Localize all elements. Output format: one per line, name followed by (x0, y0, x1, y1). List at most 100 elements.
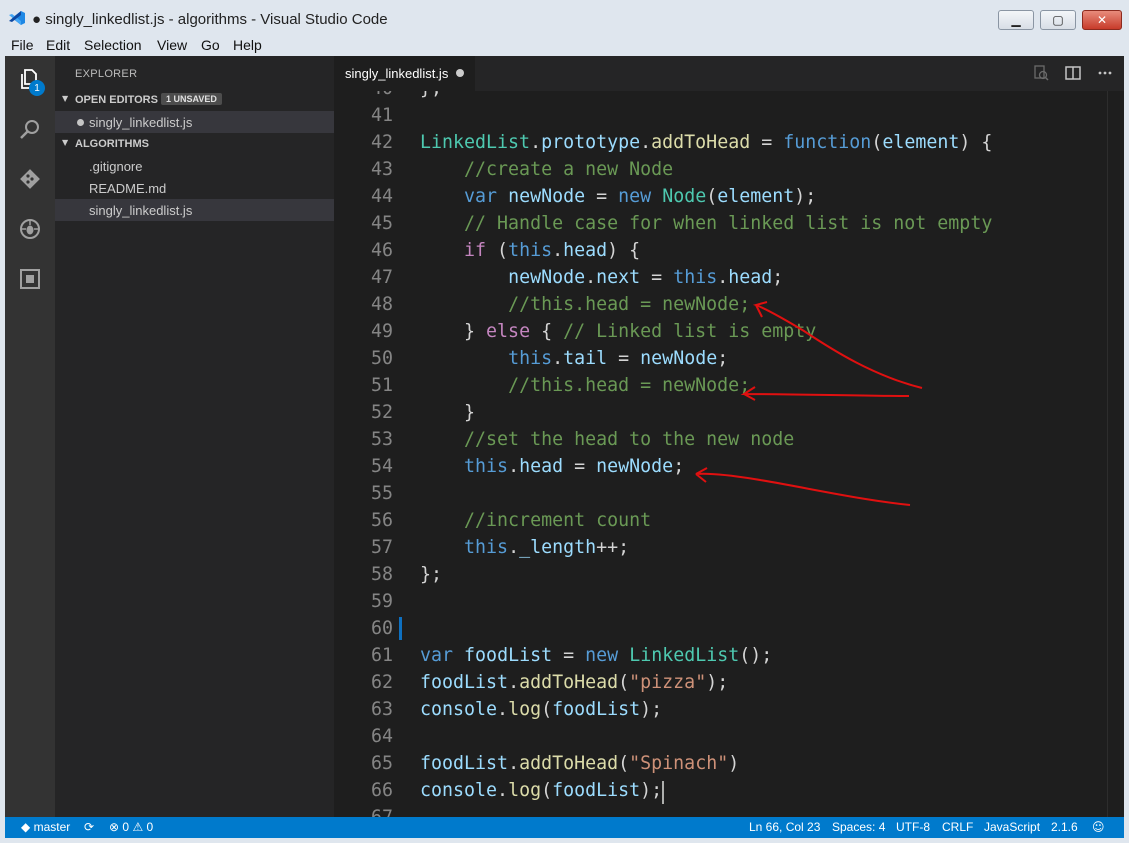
code-line[interactable]: 57 this._length++; (334, 534, 1124, 561)
line-number: 42 (370, 132, 393, 153)
git-icon[interactable] (18, 167, 42, 191)
line-number: 63 (370, 699, 393, 720)
code-line[interactable]: 59 (334, 588, 1124, 615)
search-icon[interactable] (18, 117, 42, 141)
code-text: }; (420, 91, 442, 102)
explorer-sidebar: EXPLORER ▼ OPEN EDITORS 1 UNSAVED singly… (55, 56, 334, 817)
activity-bar: 1 (5, 56, 55, 817)
debug-icon[interactable] (18, 217, 42, 241)
file-item-readme[interactable]: README.md (55, 177, 334, 199)
line-number: 46 (370, 240, 393, 261)
code-line[interactable]: 58}; (334, 561, 1124, 588)
line-number: 60 (370, 618, 393, 639)
menu-go[interactable]: Go (201, 37, 220, 53)
open-changes-icon[interactable] (1032, 64, 1050, 82)
menu-view[interactable]: View (157, 37, 187, 53)
code-line[interactable]: 66 console.log(foodList); (334, 777, 1124, 804)
code-line[interactable]: 50 this.tail = newNode; (334, 345, 1124, 372)
warning-icon: ⚠ (132, 820, 144, 834)
line-number: 52 (370, 402, 393, 423)
code-line[interactable]: 41 (334, 102, 1124, 129)
open-editor-item[interactable]: singly_linkedlist.js (55, 111, 334, 133)
unsaved-badge: 1 UNSAVED (161, 93, 222, 105)
line-number: 43 (370, 159, 393, 180)
code-line[interactable]: 43 //create a new Node (334, 156, 1124, 183)
open-editors-header[interactable]: ▼ OPEN EDITORS 1 UNSAVED (55, 89, 334, 111)
problems-item[interactable]: ⊗ 0 ⚠ 0 (109, 820, 153, 834)
chevron-down-icon: ▼ (62, 94, 69, 103)
line-number: 61 (370, 645, 393, 666)
git-branch-item[interactable]: ◆ master (21, 820, 70, 834)
menu-selection[interactable]: Selection (84, 37, 142, 53)
code-text: console.log(foodList); (420, 780, 663, 801)
code-text: if (this.head) { (464, 240, 641, 261)
line-number: 54 (370, 456, 393, 477)
open-editor-filename: singly_linkedlist.js (89, 115, 193, 130)
code-line[interactable]: 47 newNode.next = this.head; (334, 264, 1124, 291)
cursor-position[interactable]: Ln 66, Col 23 (749, 820, 820, 834)
code-text: //increment count (464, 510, 652, 531)
code-text: var foodList = new LinkedList(); (420, 645, 773, 666)
menu-edit[interactable]: Edit (46, 37, 70, 53)
window-frame-bottom (0, 838, 1129, 843)
minimize-button[interactable]: ▁ (998, 10, 1034, 30)
maximize-button[interactable]: ▢ (1040, 10, 1076, 30)
warning-count: 0 (146, 820, 154, 834)
code-text: //create a new Node (464, 159, 674, 180)
line-number: 41 (370, 105, 393, 126)
code-line[interactable]: 45 // Handle case for when linked list i… (334, 210, 1124, 237)
code-line[interactable]: 56 //increment count (334, 507, 1124, 534)
file-item-gitignore[interactable]: .gitignore (55, 155, 334, 177)
file-item-singly-linkedlist[interactable]: singly_linkedlist.js (55, 199, 334, 221)
indentation[interactable]: Spaces: 4 (832, 820, 885, 834)
line-number: 66 (370, 780, 393, 801)
code-line[interactable]: 61 var foodList = new LinkedList(); (334, 642, 1124, 669)
close-button[interactable]: ✕ (1082, 10, 1122, 30)
chevron-down-icon: ▼ (62, 138, 69, 147)
extensions-icon[interactable] (18, 267, 42, 291)
tab-label: singly_linkedlist.js (345, 66, 449, 81)
line-ending[interactable]: CRLF (942, 820, 973, 834)
file-name: README.md (89, 181, 167, 196)
folder-header[interactable]: ▼ ALGORITHMS (55, 133, 334, 155)
code-line[interactable]: 51 //this.head = newNode; (334, 372, 1124, 399)
code-line[interactable]: 63 console.log(foodList); (334, 696, 1124, 723)
menu-help[interactable]: Help (233, 37, 262, 53)
version[interactable]: 2.1.6 (1051, 820, 1078, 834)
code-line[interactable]: 64 (334, 723, 1124, 750)
code-line[interactable]: 67 (334, 804, 1124, 817)
feedback-smiley-icon[interactable]: ☺ (1092, 820, 1105, 834)
code-text: //this.head = newNode; (508, 375, 751, 396)
code-text: newNode.next = this.head; (508, 267, 784, 288)
line-number: 67 (334, 804, 393, 817)
code-line[interactable]: 44 var newNode = new Node(element); (334, 183, 1124, 210)
line-number: 40 (334, 91, 393, 102)
minimize-icon: ▁ (1011, 13, 1021, 27)
code-line[interactable]: 40}; (334, 91, 1124, 102)
error-icon: ⊗ (109, 820, 120, 834)
code-line[interactable]: 42 LinkedList.prototype.addToHead = funct… (334, 129, 1124, 156)
language-mode[interactable]: JavaScript (984, 820, 1040, 834)
code-line[interactable]: 62 foodList.addToHead("pizza"); (334, 669, 1124, 696)
line-number: 59 (370, 591, 393, 612)
code-line[interactable]: 55 (334, 480, 1124, 507)
unsaved-count-badge: 1 (29, 80, 45, 96)
tab-singly-linkedlist[interactable]: singly_linkedlist.js (334, 56, 475, 91)
code-line[interactable]: 54 this.head = newNode; (334, 453, 1124, 480)
code-line[interactable]: 48 //this.head = newNode; (334, 291, 1124, 318)
code-line[interactable]: 65 foodList.addToHead("Spinach") (334, 750, 1124, 777)
code-line[interactable]: 60 (334, 615, 1124, 642)
encoding[interactable]: UTF-8 (896, 820, 930, 834)
menu-file[interactable]: File (11, 37, 34, 53)
code-line[interactable]: 49 } else { // Linked list is empty (334, 318, 1124, 345)
menu-bar: File Edit Selection View Go Help (0, 34, 1129, 56)
code-line[interactable]: 46 if (this.head) { (334, 237, 1124, 264)
more-actions-icon[interactable] (1096, 64, 1114, 82)
unsaved-dot-icon[interactable] (456, 69, 464, 77)
code-editor[interactable]: 40}; 41 42 LinkedList.prototype.addToHead =… (334, 91, 1124, 817)
sync-icon[interactable]: ⟳ (84, 820, 94, 834)
code-line[interactable]: 53 //set the head to the new node (334, 426, 1124, 453)
split-editor-icon[interactable] (1064, 64, 1082, 82)
code-text: this.tail = newNode; (508, 348, 729, 369)
code-line[interactable]: 52 } (334, 399, 1124, 426)
